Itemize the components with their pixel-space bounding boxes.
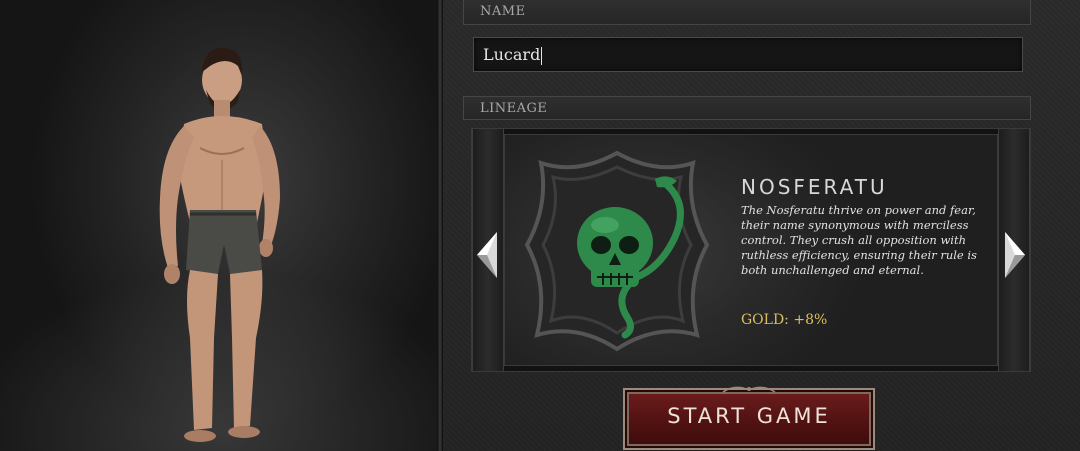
start-game-label: START GAME [667,404,831,428]
name-input[interactable]: Lucard [473,37,1023,72]
character-creation-panel: NAME Lucard LINEAGE NOSFERATU The Nosfer… [443,0,1080,451]
character-preview [0,0,440,451]
text-caret [541,46,543,65]
lineage-next-column [998,129,1030,371]
arrow-right-icon[interactable] [1001,230,1027,280]
lineage-description: The Nosferatu thrive on power and fear, … [741,203,977,277]
lineage-card: NOSFERATU The Nosferatu thrive on power … [504,134,998,366]
lineage-name: NOSFERATU [741,175,888,199]
button-ornament-icon [722,386,776,393]
name-input-value: Lucard [483,45,541,64]
lineage-bonus: GOLD: +8% [741,312,828,328]
name-section-header: NAME [463,0,1031,25]
lineage-prev-column [472,129,504,371]
lineage-section-header: LINEAGE [463,96,1031,120]
start-game-button[interactable]: START GAME [623,386,875,450]
lineage-selector: NOSFERATU The Nosferatu thrive on power … [471,128,1031,372]
arrow-left-icon[interactable] [475,230,501,280]
character-model [159,47,280,442]
skull-serpent-emblem-icon [524,150,710,352]
